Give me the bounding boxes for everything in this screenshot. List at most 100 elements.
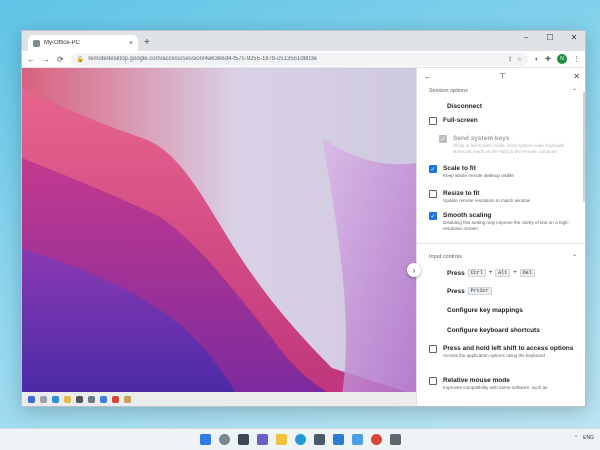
chrome-icon[interactable] [370, 434, 382, 445]
key-mappings-label: Configure key mappings [447, 306, 523, 314]
lock-icon[interactable]: 🔒 [77, 56, 84, 63]
remote-app-icon[interactable] [124, 395, 131, 403]
remote-taskbar [22, 392, 416, 406]
edge-icon[interactable] [294, 434, 306, 445]
option-label: Full-screen [443, 117, 478, 124]
panel-header: ← ⊤ ✕ [417, 68, 585, 84]
checkbox[interactable] [429, 345, 437, 353]
new-tab-button[interactable]: + [144, 35, 150, 51]
option-description: Update remote resolution to match window [443, 198, 531, 203]
remote-app-icon[interactable] [100, 395, 107, 403]
plus-sign: + [513, 270, 517, 276]
configure-keyboard-shortcuts-button[interactable]: Configure keyboard shortcuts [417, 320, 585, 340]
browser-tab[interactable]: My-Office-PC × [28, 35, 138, 51]
close-window-button[interactable]: ✕ [569, 33, 579, 42]
browser-toolbar: ← → ⟳ 🔒 remotedesktop.google.com/access/… [22, 51, 585, 68]
chat-icon[interactable] [256, 434, 268, 445]
reload-icon[interactable]: ⟳ [57, 55, 64, 64]
window-controls: – ☐ ✕ [521, 33, 579, 42]
address-bar[interactable]: 🔒 remotedesktop.google.com/access/sessio… [70, 52, 528, 66]
checkbox[interactable] [429, 117, 437, 125]
puzzle-extensions-icon[interactable]: ✚ [545, 55, 551, 63]
press-label: Press [447, 269, 465, 277]
remote-app-icon[interactable] [76, 395, 83, 403]
remote-start-icon[interactable] [28, 395, 35, 403]
phone-icon[interactable] [351, 434, 363, 445]
option-label: Relative mouse mode [443, 377, 510, 384]
option-smooth-scaling[interactable]: ✓ Smooth scaling Disabling this setting … [417, 211, 585, 237]
option-description: Keep whole remote desktop visible [443, 173, 514, 178]
remote-chrome-icon[interactable] [112, 395, 119, 403]
search-icon[interactable] [218, 434, 230, 445]
forward-icon[interactable]: → [42, 55, 50, 64]
panel-close-icon[interactable]: ✕ [573, 72, 580, 81]
file-explorer-icon[interactable] [275, 434, 287, 445]
extension-icon[interactable]: ◐ [535, 56, 539, 63]
option-label: Scale to fit [443, 165, 476, 172]
option-fullscreen[interactable]: Full-screen [417, 116, 585, 134]
pin-icon[interactable]: ⊤ [499, 72, 506, 81]
task-view-icon[interactable] [237, 434, 249, 445]
option-left-shift[interactable]: Press and hold left shift to access opti… [417, 344, 585, 376]
option-description: Improves compatibility with some softwar… [443, 385, 548, 390]
option-description: Disabling this setting may improve the c… [443, 220, 570, 231]
checkbox[interactable]: ✓ [429, 165, 437, 173]
option-relative-mouse[interactable]: Relative mouse mode Improves compatibili… [417, 376, 585, 396]
section-title: Input controls [429, 254, 463, 260]
windows-start-icon[interactable] [199, 434, 211, 445]
bookmark-star-icon[interactable]: ☆ [517, 56, 522, 63]
store-icon[interactable] [313, 434, 325, 445]
option-label: Press and hold left shift to access opti… [443, 345, 574, 352]
remote-desktop-favicon-icon [33, 39, 40, 47]
option-label: Smooth scaling [443, 212, 492, 219]
options-panel: ← ⊤ ✕ Session options ⌃ Disconnect Full-… [416, 68, 585, 406]
tab-close-icon[interactable]: × [129, 40, 133, 47]
share-icon[interactable]: ⇪ [507, 56, 512, 63]
remote-app-icon[interactable] [88, 395, 95, 403]
panel-scrollbar[interactable] [583, 92, 585, 202]
chevron-up-icon[interactable]: ⌃ [574, 435, 578, 441]
key-ctrl: Ctrl [467, 269, 486, 277]
menu-dots-icon[interactable]: ⋮ [573, 55, 580, 63]
checkbox[interactable] [429, 377, 437, 385]
mail-icon[interactable] [332, 434, 344, 445]
press-ctrl-alt-del-button[interactable]: Press Ctrl + Alt + Del [417, 264, 585, 282]
option-send-system-keys: ✓ Send system keys While in full-screen … [417, 134, 585, 164]
checkbox[interactable] [429, 190, 437, 198]
back-icon[interactable]: ← [27, 55, 35, 64]
remote-desktop-view[interactable] [22, 68, 416, 406]
tab-title: My-Office-PC [44, 40, 80, 46]
panel-back-icon[interactable]: ← [424, 72, 432, 81]
minimize-button[interactable]: – [521, 33, 531, 42]
maximize-button[interactable]: ☐ [545, 33, 555, 42]
disconnect-label: Disconnect [447, 102, 483, 110]
keyboard-shortcuts-label: Configure keyboard shortcuts [447, 326, 540, 334]
url-text[interactable]: remotedesktop.google.com/access/session/… [88, 56, 503, 62]
panel-toggle-button[interactable]: › [407, 263, 421, 277]
session-options-header[interactable]: Session options ⌃ [417, 84, 585, 98]
configure-key-mappings-button[interactable]: Configure key mappings [417, 300, 585, 320]
remote-files-icon[interactable] [64, 395, 71, 403]
option-label: Send system keys [453, 135, 510, 142]
toolbar-icons: ◐ ✚ N ⋮ [535, 54, 580, 64]
option-scale-to-fit[interactable]: ✓ Scale to fit Keep whole remote desktop… [417, 164, 585, 189]
language-indicator[interactable]: ENG [583, 435, 594, 441]
chevron-up-icon[interactable]: ⌃ [572, 88, 577, 95]
remote-search-icon[interactable] [40, 395, 47, 403]
title-bar: My-Office-PC × + – ☐ ✕ [22, 31, 585, 51]
input-controls-header[interactable]: Input controls ⌃ [417, 250, 585, 264]
windows-taskbar: ⌃ ENG [0, 428, 600, 450]
remote-wallpaper [22, 68, 416, 395]
camera-icon[interactable] [389, 434, 401, 445]
press-prtscr-button[interactable]: Press PrtScr [417, 282, 585, 300]
option-resize-to-fit[interactable]: Resize to fit Update remote resolution t… [417, 189, 585, 211]
plus-sign: + [488, 270, 493, 276]
profile-avatar[interactable]: N [557, 54, 567, 64]
remote-edge-icon[interactable] [52, 395, 59, 403]
chevron-up-icon[interactable]: ⌃ [572, 254, 577, 261]
checkbox[interactable]: ✓ [429, 212, 437, 220]
key-del: Del [519, 269, 535, 277]
disconnect-button[interactable]: Disconnect [417, 98, 585, 114]
system-tray: ⌃ ENG [574, 435, 594, 441]
option-label: Resize to fit [443, 190, 480, 197]
